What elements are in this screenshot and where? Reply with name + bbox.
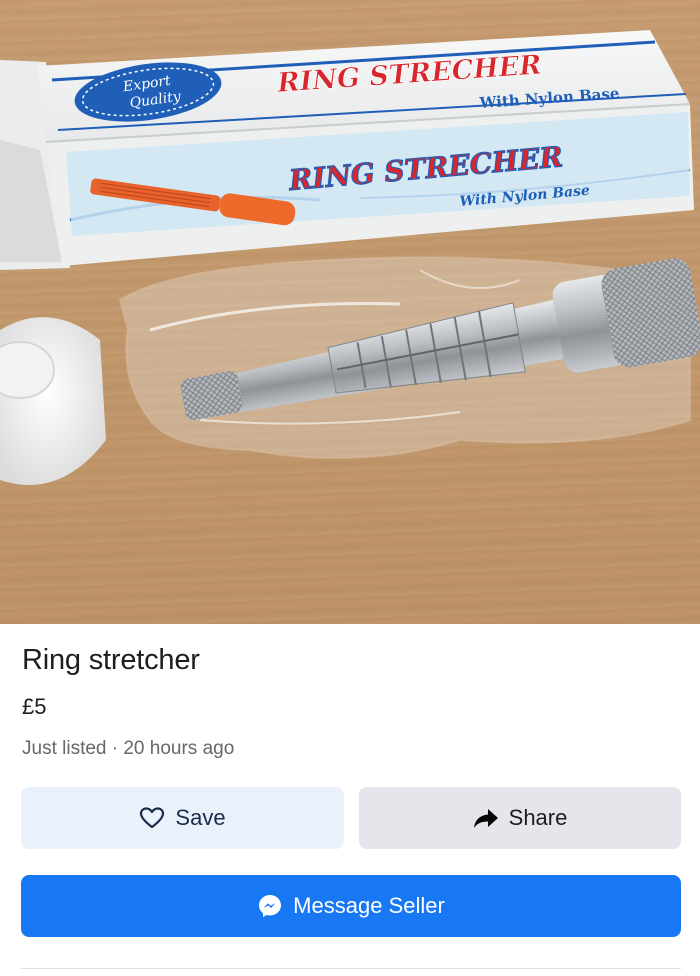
listing-photo[interactable]: Export Quality RING STRECHER With Nylon … bbox=[0, 0, 700, 624]
messenger-icon bbox=[257, 893, 283, 919]
message-seller-button[interactable]: Message Seller bbox=[21, 875, 681, 937]
save-button[interactable]: Save bbox=[21, 787, 344, 849]
share-button[interactable]: Share bbox=[359, 787, 681, 849]
listing-time: Just listed · 20 hours ago bbox=[22, 738, 235, 759]
divider bbox=[21, 968, 681, 969]
heart-outline-icon bbox=[139, 806, 165, 830]
share-label: Share bbox=[508, 805, 568, 830]
right-knob bbox=[601, 258, 700, 368]
listing-price: £5 bbox=[22, 694, 47, 719]
product-image: Export Quality RING STRECHER With Nylon … bbox=[0, 30, 700, 485]
save-label: Save bbox=[175, 805, 226, 830]
nylon-base bbox=[0, 317, 106, 485]
message-seller-label: Message Seller bbox=[293, 893, 445, 918]
share-arrow-icon bbox=[473, 806, 499, 830]
listing-title: Ring stretcher bbox=[22, 644, 200, 676]
